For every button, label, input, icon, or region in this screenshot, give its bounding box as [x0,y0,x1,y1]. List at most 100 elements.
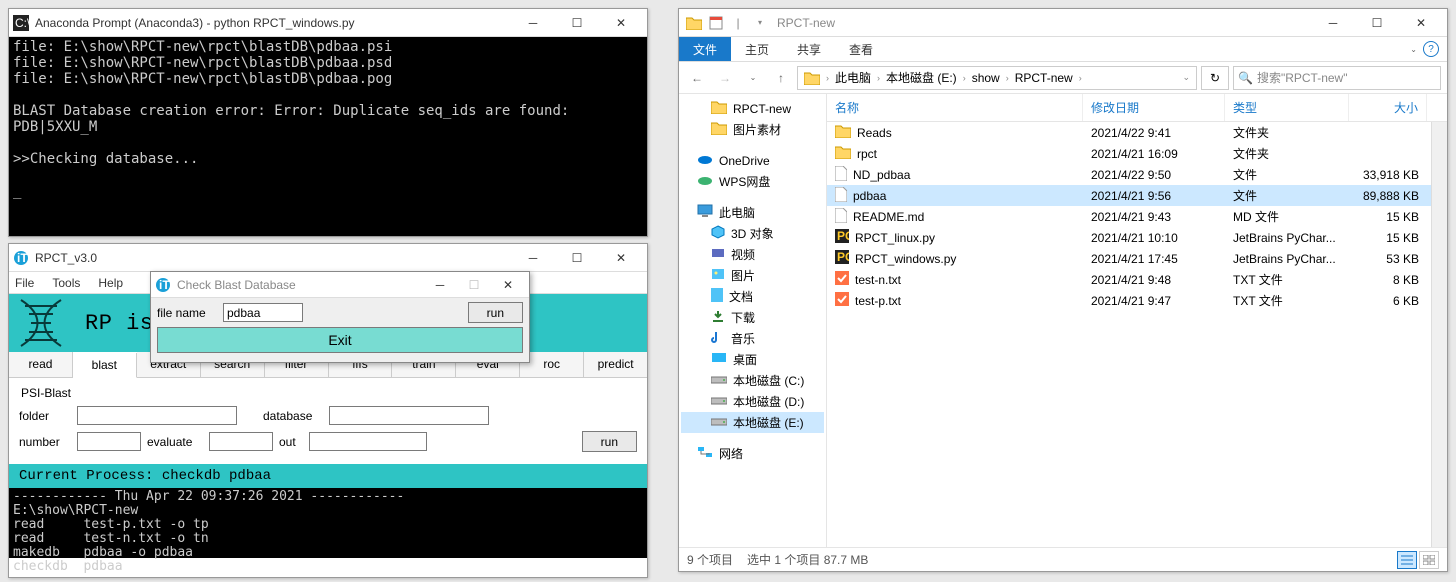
nav-item[interactable]: 视频 [681,244,824,265]
titlebar[interactable]: iT RPCT_v3.0 ─ ☐ ✕ [9,244,647,272]
nav-item[interactable]: 本地磁盘 (D:) [681,391,824,412]
file-row[interactable]: rpct2021/4/21 16:09文件夹 [827,143,1447,164]
nav-item[interactable]: 本地磁盘 (C:) [681,370,824,391]
tab-read[interactable]: read [9,352,73,377]
nav-item[interactable]: OneDrive [681,150,824,171]
nav-item[interactable]: 3D 对象 [681,223,824,244]
nav-pane[interactable]: RPCT-new图片素材 OneDriveWPS网盘此电脑3D 对象视频图片文档下… [679,94,827,547]
ribbon-tab-view[interactable]: 查看 [835,37,887,61]
exit-button[interactable]: Exit [157,327,523,353]
window-title: RPCT-new [777,16,1311,30]
close-button[interactable]: ✕ [599,244,643,272]
ribbon-tab-file[interactable]: 文件 [679,37,731,61]
file-row[interactable]: ND_pdbaa2021/4/22 9:50文件33,918 KB [827,164,1447,185]
col-type[interactable]: 类型 [1225,94,1349,121]
out-input[interactable] [309,432,427,451]
crumb-seg[interactable]: show [968,67,1004,89]
ribbon-tab-share[interactable]: 共享 [783,37,835,61]
breadcrumb[interactable]: › 此电脑› 本地磁盘 (E:)› show› RPCT-new› ⌄ [797,66,1197,90]
file-row[interactable]: pdbaa2021/4/21 9:56文件89,888 KB [827,185,1447,206]
file-row[interactable]: Reads2021/4/22 9:41文件夹 [827,122,1447,143]
nav-item[interactable]: RPCT-new [681,98,824,119]
up-button[interactable]: ↑ [769,66,793,90]
net-icon [697,445,713,462]
file-name: README.md [853,210,924,224]
chevron-right-icon[interactable]: › [1006,73,1009,83]
tab-blast[interactable]: blast [73,353,137,378]
search-box[interactable]: 🔍 搜索"RPCT-new" [1233,66,1441,90]
run-button[interactable]: run [468,302,523,323]
run-button[interactable]: run [582,431,637,452]
ribbon-tab-home[interactable]: 主页 [731,37,783,61]
chevron-right-icon[interactable]: › [826,73,829,83]
folder-input[interactable] [77,406,237,425]
nav-item[interactable]: 音乐 [681,328,824,349]
file-row[interactable]: PCRPCT_windows.py2021/4/21 17:45JetBrain… [827,248,1447,269]
nav-item[interactable]: 图片素材 [681,119,824,140]
titlebar[interactable]: iT Check Blast Database ─ ☐ ✕ [151,272,529,298]
menu-file[interactable]: File [15,276,34,290]
nav-item[interactable]: 下载 [681,307,824,328]
number-input[interactable] [77,432,141,451]
crumb-seg[interactable]: RPCT-new [1011,67,1077,89]
nav-item[interactable]: 文档 [681,286,824,307]
close-button[interactable]: ✕ [599,9,643,37]
refresh-button[interactable]: ↻ [1201,66,1229,90]
history-dropdown[interactable]: ⌄ [741,66,765,90]
col-size[interactable]: 大小 [1349,94,1427,121]
folder-icon [711,121,727,138]
properties-icon[interactable] [707,14,725,32]
minimize-button[interactable]: ─ [1311,9,1355,37]
col-name[interactable]: 名称 [827,94,1083,121]
nav-item[interactable]: 图片 [681,265,824,286]
nav-item[interactable]: 桌面 [681,349,824,370]
scrollbar[interactable] [1431,122,1447,547]
filename-input[interactable] [223,303,303,322]
terminal-output[interactable]: file: E:\show\RPCT-new\rpct\blastDB\pdba… [9,37,647,236]
close-button[interactable]: ✕ [491,271,525,299]
file-type: TXT 文件 [1225,271,1349,288]
menu-help[interactable]: Help [98,276,123,290]
crumb-seg[interactable]: 本地磁盘 (E:) [882,67,961,89]
icons-view-button[interactable] [1419,551,1439,569]
file-type: JetBrains PyChar... [1225,252,1349,266]
maximize-button[interactable]: ☐ [555,9,599,37]
file-row[interactable]: README.md2021/4/21 9:43MD 文件15 KB [827,206,1447,227]
titlebar[interactable]: | ▾ RPCT-new ─ ☐ ✕ [679,9,1447,37]
crumb-seg[interactable]: 此电脑 [831,67,875,89]
titlebar[interactable]: C:\ Anaconda Prompt (Anaconda3) - python… [9,9,647,37]
nav-item[interactable]: WPS网盘 [681,171,824,192]
minimize-button[interactable]: ─ [511,9,555,37]
file-list[interactable]: Reads2021/4/22 9:41文件夹rpct2021/4/21 16:0… [827,122,1447,547]
col-date[interactable]: 修改日期 [1083,94,1225,121]
rpct-console[interactable]: ------------ Thu Apr 22 09:37:26 2021 --… [9,488,647,558]
tab-predict[interactable]: predict [584,352,647,377]
nav-item[interactable]: 本地磁盘 (E:) [681,412,824,433]
close-button[interactable]: ✕ [1399,9,1443,37]
chevron-right-icon[interactable]: › [877,73,880,83]
file-row[interactable]: test-p.txt2021/4/21 9:47TXT 文件6 KB [827,290,1447,311]
nav-item[interactable]: 网络 [681,443,824,464]
help-icon[interactable]: ? [1423,41,1439,57]
ribbon-expand-icon[interactable]: ⌄ [1410,45,1417,54]
nav-label: 桌面 [733,351,757,368]
back-button[interactable]: ← [685,66,709,90]
database-input[interactable] [329,406,489,425]
number-label: number [19,435,71,449]
details-view-button[interactable] [1397,551,1417,569]
menu-tools[interactable]: Tools [52,276,80,290]
maximize-button[interactable]: ☐ [555,244,599,272]
maximize-button[interactable]: ☐ [1355,9,1399,37]
qat-dropdown-icon[interactable]: ▾ [751,14,769,32]
minimize-button[interactable]: ─ [423,271,457,299]
folder-icon [711,100,727,117]
chevron-right-icon[interactable]: › [1079,73,1082,83]
chevron-right-icon[interactable]: › [963,73,966,83]
file-row[interactable]: PCRPCT_linux.py2021/4/21 10:10JetBrains … [827,227,1447,248]
nav-item[interactable]: 此电脑 [681,202,824,223]
minimize-button[interactable]: ─ [511,244,555,272]
evaluate-input[interactable] [209,432,273,451]
file-row[interactable]: test-n.txt2021/4/21 9:48TXT 文件8 KB [827,269,1447,290]
file-type: MD 文件 [1225,208,1349,225]
address-dropdown-icon[interactable]: ⌄ [1178,67,1194,89]
